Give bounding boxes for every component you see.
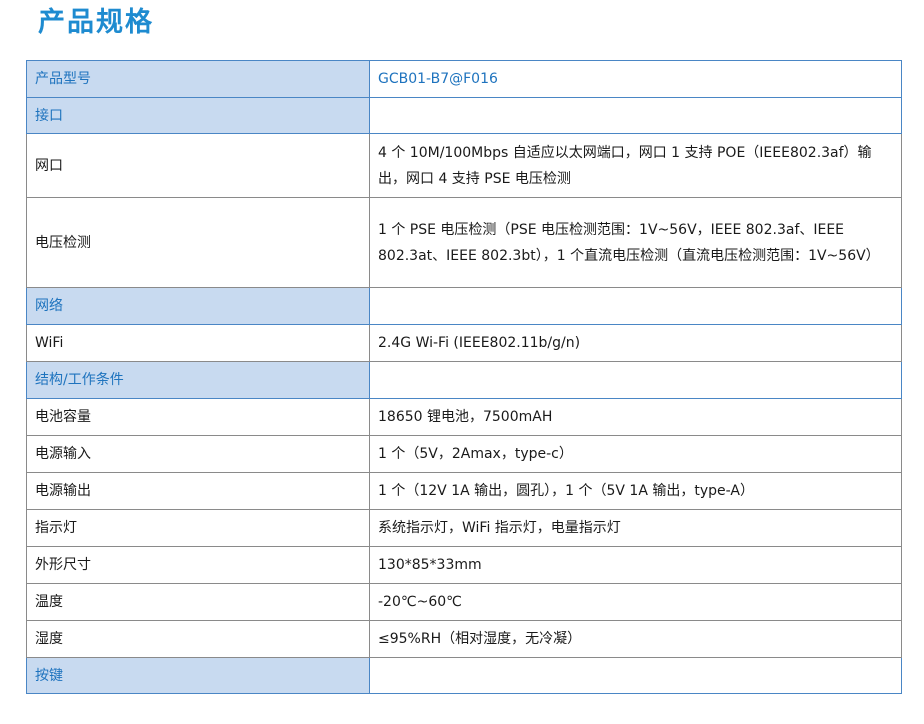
page-title: 产品规格 <box>38 7 154 38</box>
row-label: 按键 <box>26 657 370 694</box>
row-label: 电源输出 <box>26 472 370 510</box>
row-label: 网络 <box>26 287 370 325</box>
spec-row-power-output: 电源输出 1 个（12V 1A 输出，圆孔），1 个（5V 1A 输出，type… <box>26 472 902 510</box>
spec-row-temperature: 温度 -20℃~60℃ <box>26 583 902 621</box>
row-value: 130*85*33mm <box>369 546 902 584</box>
row-value: 1 个 PSE 电压检测（PSE 电压检测范围：1V~56V，IEEE 802.… <box>369 197 902 288</box>
spec-row-humidity: 湿度 ≤95%RH（相对湿度，无冷凝） <box>26 620 902 658</box>
row-value: 2.4G Wi-Fi (IEEE802.11b/g/n) <box>369 324 902 362</box>
row-label: WiFi <box>26 324 370 362</box>
row-label: 湿度 <box>26 620 370 658</box>
row-label: 电池容量 <box>26 398 370 436</box>
row-label: 指示灯 <box>26 509 370 547</box>
spec-row-wifi: WiFi 2.4G Wi-Fi (IEEE802.11b/g/n) <box>26 324 902 362</box>
row-value: ≤95%RH（相对湿度，无冷凝） <box>369 620 902 658</box>
row-value: -20℃~60℃ <box>369 583 902 621</box>
spec-row-power-input: 电源输入 1 个（5V，2Amax，type-c） <box>26 435 902 473</box>
row-value: GCB01-B7@F016 <box>369 60 902 98</box>
row-value: 系统指示灯，WiFi 指示灯，电量指示灯 <box>369 509 902 547</box>
section-row-structure: 结构/工作条件 <box>26 361 902 399</box>
spec-row-dimensions: 外形尺寸 130*85*33mm <box>26 546 902 584</box>
section-row-model: 产品型号 GCB01-B7@F016 <box>26 60 902 98</box>
row-label: 电源输入 <box>26 435 370 473</box>
spec-row-voltage-detection: 电压检测 1 个 PSE 电压检测（PSE 电压检测范围：1V~56V，IEEE… <box>26 197 902 288</box>
row-value: 4 个 10M/100Mbps 自适应以太网端口，网口 1 支持 POE（IEE… <box>369 133 902 198</box>
spec-row-battery: 电池容量 18650 锂电池，7500mAH <box>26 398 902 436</box>
row-label: 网口 <box>26 133 370 198</box>
row-label: 结构/工作条件 <box>26 361 370 399</box>
row-label: 产品型号 <box>26 60 370 98</box>
spec-row-indicators: 指示灯 系统指示灯，WiFi 指示灯，电量指示灯 <box>26 509 902 547</box>
section-row-buttons: 按键 <box>26 657 902 694</box>
section-row-network: 网络 <box>26 287 902 325</box>
row-value: 1 个（12V 1A 输出，圆孔），1 个（5V 1A 输出，type-A） <box>369 472 902 510</box>
row-value <box>369 361 902 399</box>
row-value <box>369 97 902 134</box>
row-value: 18650 锂电池，7500mAH <box>369 398 902 436</box>
row-value: 1 个（5V，2Amax，type-c） <box>369 435 902 473</box>
row-value <box>369 287 902 325</box>
spec-row-ethernet: 网口 4 个 10M/100Mbps 自适应以太网端口，网口 1 支持 POE（… <box>26 133 902 198</box>
row-label: 温度 <box>26 583 370 621</box>
row-label: 接口 <box>26 97 370 134</box>
spec-table: 产品型号 GCB01-B7@F016 接口 网口 4 个 10M/100Mbps… <box>26 60 902 694</box>
section-row-interface: 接口 <box>26 97 902 134</box>
row-label: 外形尺寸 <box>26 546 370 584</box>
row-value <box>369 657 902 694</box>
row-label: 电压检测 <box>26 197 370 288</box>
